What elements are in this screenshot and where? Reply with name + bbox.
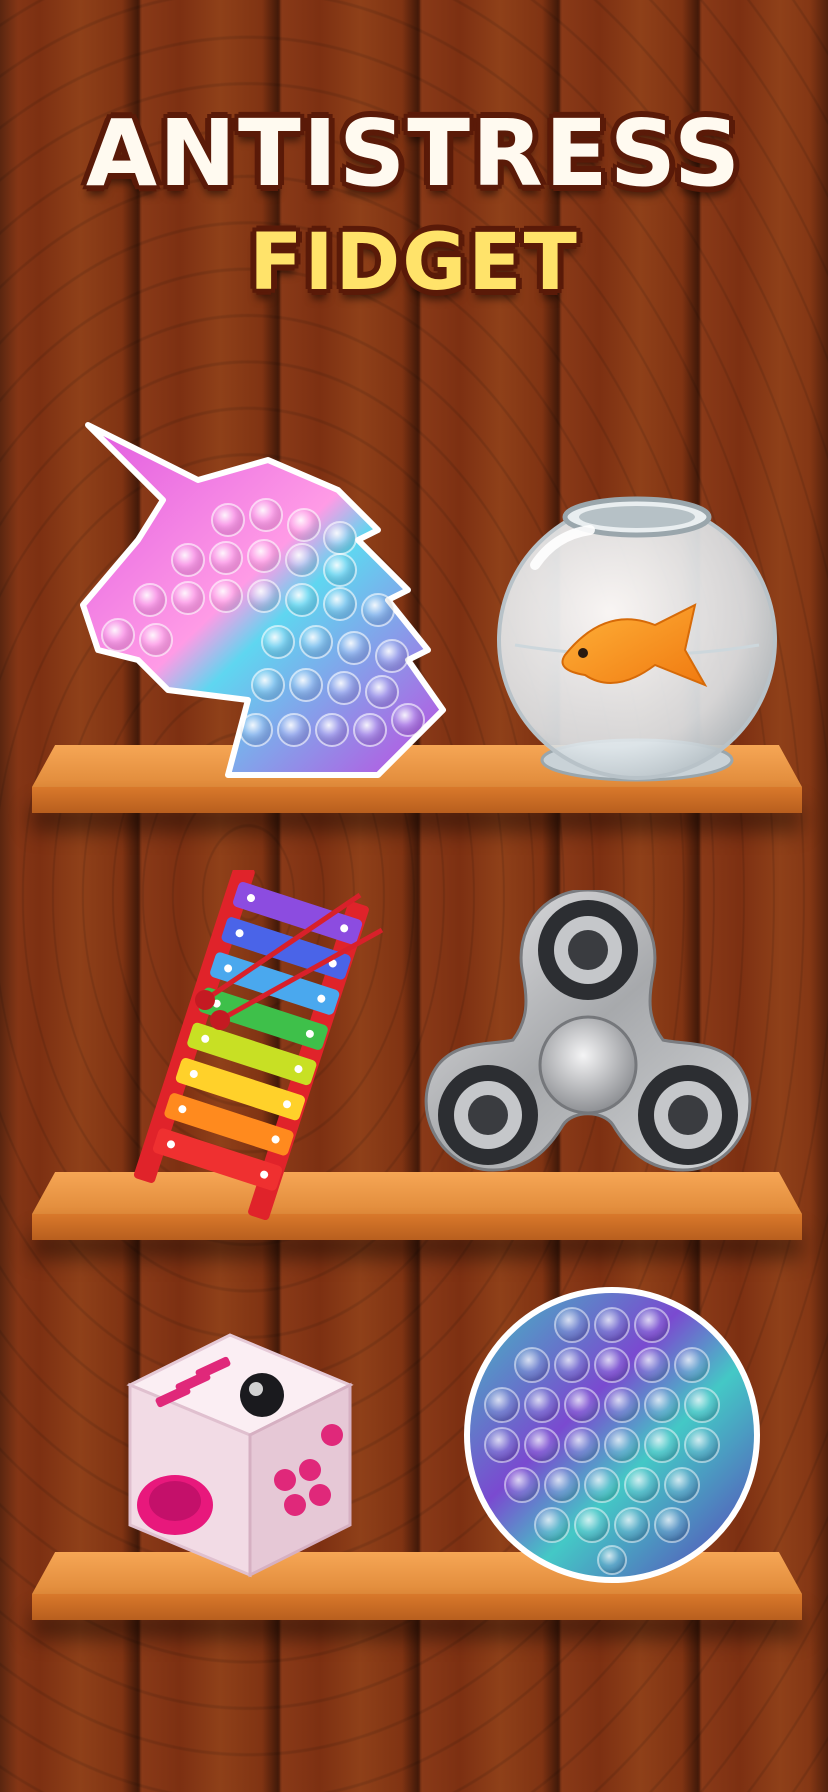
title-fidget: FIDGET <box>249 218 579 308</box>
title-antistress: ANTISTRESS <box>85 100 743 207</box>
fishbowl-icon[interactable] <box>495 495 780 785</box>
fidget-spinner-icon[interactable] <box>418 890 758 1180</box>
round-pop-it-icon[interactable] <box>462 1285 762 1585</box>
shelf-front <box>32 787 802 813</box>
xylophone-icon[interactable] <box>120 870 400 1220</box>
shelf-front <box>32 1594 802 1620</box>
unicorn-pop-it-icon[interactable] <box>78 420 448 780</box>
fidget-cube-icon[interactable] <box>120 1325 360 1585</box>
